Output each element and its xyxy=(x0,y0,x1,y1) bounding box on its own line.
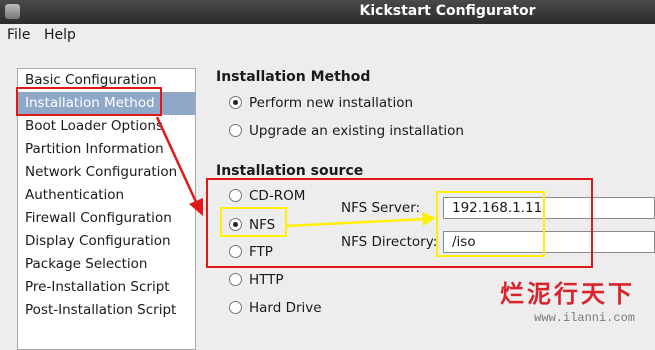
red-arrow-icon xyxy=(155,116,203,216)
watermark-logo-text: 烂泥行天下 xyxy=(500,279,635,308)
watermark-url: www.ilanni.com xyxy=(534,311,635,325)
watermark: 烂泥行天下 www.ilanni.com xyxy=(500,274,635,325)
yellow-arrow-icon xyxy=(286,212,436,228)
